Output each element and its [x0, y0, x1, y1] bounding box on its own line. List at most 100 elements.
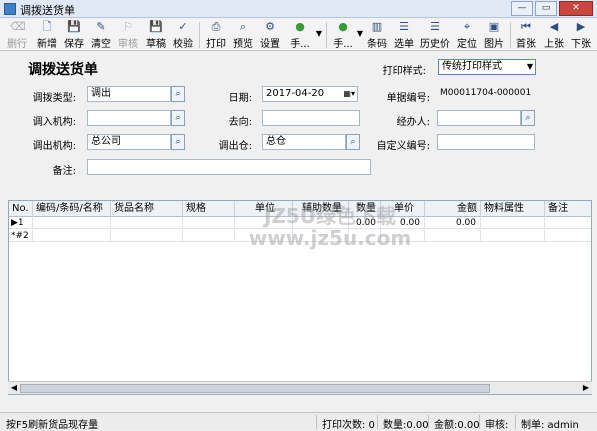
manual-icon: ● — [295, 20, 305, 33]
close-button[interactable]: ✕ — [559, 1, 593, 16]
date-label: 日期: — [228, 93, 252, 104]
total-quantity: 数量:0.00 — [383, 420, 429, 431]
search-icon[interactable]: ⌕ — [171, 86, 185, 102]
preview-button[interactable]: ⌕ 预览 — [230, 20, 256, 51]
destination-label: 去向: — [228, 117, 252, 128]
scroll-left-icon[interactable]: ◀ — [8, 382, 20, 394]
total-amount: 金额:0.00 — [434, 420, 480, 431]
search-icon[interactable]: ⌕ — [346, 134, 360, 150]
search-icon[interactable]: ⌕ — [171, 134, 185, 150]
print-count: 打印次数: 0 — [322, 420, 375, 431]
audit-button[interactable]: ⚐ 审核 — [115, 20, 141, 51]
locate-icon: ⌖ — [463, 20, 471, 33]
horizontal-scrollbar[interactable]: ◀ ▶ — [8, 381, 592, 394]
history-price-button[interactable]: ☰ 历史价 — [418, 20, 452, 51]
minimize-button[interactable]: — — [511, 1, 533, 16]
cell-amount[interactable] — [425, 230, 481, 242]
cell-name[interactable] — [111, 217, 183, 229]
column-header[interactable]: 规格 — [183, 201, 235, 217]
print-style-label: 打印样式: — [382, 66, 426, 77]
doc-number-value: M00011704-000001 — [440, 88, 532, 98]
image-button[interactable]: ▣ 图片 — [481, 20, 507, 51]
verify-icon: ✓ — [178, 20, 188, 33]
column-header[interactable]: 编码/条码/名称 — [33, 201, 111, 217]
cell-code[interactable] — [33, 217, 111, 229]
search-icon[interactable]: ⌕ — [171, 110, 185, 126]
column-header[interactable]: 货品名称 — [111, 201, 183, 217]
status-separator — [479, 415, 480, 429]
custom-number-field[interactable] — [437, 134, 535, 150]
cell-spec[interactable] — [183, 230, 235, 242]
out-warehouse-field[interactable]: 总仓 — [262, 134, 346, 150]
draft-button[interactable]: 💾 草稿 — [143, 20, 169, 51]
handler-field[interactable] — [437, 110, 521, 126]
manual2-button[interactable]: ● 手... — [328, 20, 358, 51]
verify-button[interactable]: ✓ 校验 — [170, 20, 196, 51]
clear-button[interactable]: ✎ 清空 — [88, 20, 114, 51]
in-org-label: 调入机构: — [32, 117, 76, 128]
settings-icon: ⚙ — [265, 20, 275, 33]
print-button[interactable]: ⎙ 打印 — [203, 20, 229, 51]
cell-remark[interactable] — [545, 230, 591, 242]
out-org-field[interactable]: 总公司 — [87, 134, 171, 150]
remark-label: 备注: — [52, 166, 76, 177]
new-icon: 🗋 — [42, 20, 52, 33]
row-number: ▶1 — [9, 217, 33, 229]
delete-row-icon: ⌫ — [10, 20, 26, 33]
watermark: JZ5U绿色下载 www.jz5u.com — [248, 204, 412, 250]
cell-material[interactable] — [481, 217, 545, 229]
cell-spec[interactable] — [183, 217, 235, 229]
delete-row-button[interactable]: ⌫ 删行 — [2, 20, 32, 51]
save-button[interactable]: 💾 保存 — [61, 20, 87, 51]
barcode-button[interactable]: ▥ 条码 — [364, 20, 390, 51]
next-icon: ▶ — [576, 20, 586, 33]
handler-label: 经办人: — [396, 117, 430, 128]
column-header[interactable]: 备注 — [545, 201, 591, 217]
column-header[interactable]: 金额 — [425, 201, 481, 217]
locate-button[interactable]: ⌖ 定位 — [454, 20, 480, 51]
first-icon: ⏮ — [521, 20, 531, 33]
app-icon — [4, 3, 16, 15]
cell-remark[interactable] — [545, 217, 591, 229]
status-separator — [428, 415, 429, 429]
window-title-bar: 调拨送货单 — ▭ ✕ — [0, 0, 597, 18]
select-order-button[interactable]: ☰ 选单 — [391, 20, 417, 51]
toolbar-separator — [199, 22, 200, 48]
remark-field[interactable] — [87, 159, 371, 175]
cell-amount[interactable]: 0.00 — [425, 217, 481, 229]
next-record-button[interactable]: ▶ 下张 — [568, 20, 594, 51]
scroll-right-icon[interactable]: ▶ — [580, 382, 592, 394]
column-header[interactable]: No. — [9, 201, 33, 217]
search-icon[interactable]: ⌕ — [521, 110, 535, 126]
auditor: 审核: — [485, 420, 509, 431]
manual2-icon: ● — [338, 20, 348, 33]
save-icon: 💾 — [67, 20, 81, 33]
cell-code[interactable] — [33, 230, 111, 242]
first-record-button[interactable]: ⏮ 首张 — [513, 20, 539, 51]
cell-name[interactable] — [111, 230, 183, 242]
calendar-icon[interactable]: ▦▾ — [343, 87, 355, 101]
out-warehouse-label: 调出仓: — [218, 141, 252, 152]
preview-icon: ⌕ — [239, 20, 247, 33]
transfer-type-field[interactable]: 调出 — [87, 86, 171, 102]
maximize-button[interactable]: ▭ — [535, 1, 557, 16]
history-price-icon: ☰ — [430, 20, 440, 33]
toolbar-separator — [326, 22, 327, 48]
toolbar-separator — [510, 22, 511, 48]
destination-field[interactable] — [262, 110, 360, 126]
page-title: 调拨送货单 — [28, 62, 98, 78]
barcode-icon: ▥ — [371, 20, 383, 33]
date-field[interactable]: 2017-04-20 ▦▾ — [262, 86, 358, 102]
manual-button[interactable]: ● 手... — [285, 20, 315, 51]
cell-material[interactable] — [481, 230, 545, 242]
new-button[interactable]: 🗋 新增 — [34, 20, 60, 51]
clear-icon: ✎ — [96, 20, 106, 33]
transfer-type-label: 调拨类型: — [32, 93, 76, 104]
prev-record-button[interactable]: ◀ 上张 — [541, 20, 567, 51]
scrollbar-thumb[interactable] — [20, 384, 490, 393]
print-style-select[interactable]: 传统打印样式 ▼ — [438, 59, 536, 75]
settings-button[interactable]: ⚙ 设置 — [257, 20, 283, 51]
draft-icon: 💾 — [149, 20, 163, 33]
in-org-field[interactable] — [87, 110, 171, 126]
column-header[interactable]: 物料属性 — [481, 201, 545, 217]
